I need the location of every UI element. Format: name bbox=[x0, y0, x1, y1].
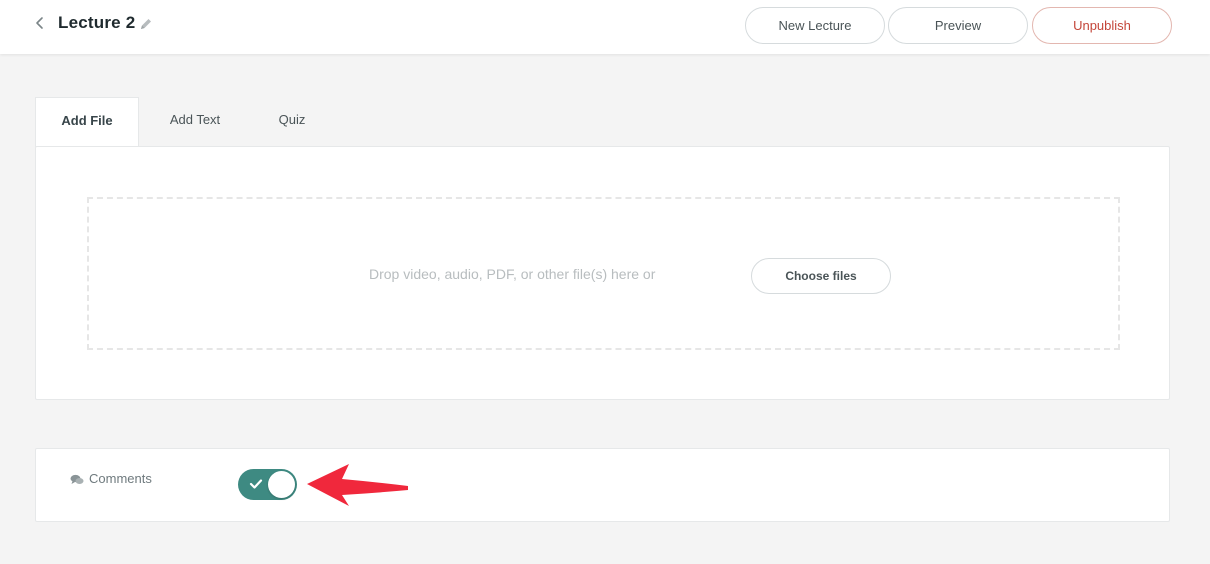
preview-button[interactable]: Preview bbox=[888, 7, 1028, 44]
dropzone-text: Drop video, audio, PDF, or other file(s)… bbox=[369, 266, 656, 282]
unpublish-button[interactable]: Unpublish bbox=[1032, 7, 1172, 44]
comment-icon bbox=[70, 474, 84, 484]
toggle-knob bbox=[268, 471, 295, 498]
comments-label: Comments bbox=[89, 471, 152, 486]
choose-files-button[interactable]: Choose files bbox=[751, 258, 891, 294]
add-file-panel: Drop video, audio, PDF, or other file(s)… bbox=[35, 146, 1170, 400]
comments-toggle[interactable] bbox=[238, 469, 297, 500]
pencil-icon[interactable] bbox=[139, 17, 153, 31]
file-dropzone[interactable]: Drop video, audio, PDF, or other file(s)… bbox=[87, 197, 1120, 350]
tab-add-text[interactable]: Add Text bbox=[139, 97, 251, 147]
page-title: Lecture 2 bbox=[58, 13, 136, 32]
tab-quiz[interactable]: Quiz bbox=[251, 97, 333, 147]
check-icon bbox=[249, 479, 263, 489]
chevron-left-icon[interactable] bbox=[32, 14, 48, 32]
tab-add-file[interactable]: Add File bbox=[35, 97, 139, 147]
top-bar: Lecture 2 New Lecture Preview Unpublish bbox=[0, 0, 1210, 54]
comments-panel: Comments bbox=[35, 448, 1170, 522]
annotation-arrow bbox=[307, 464, 408, 506]
new-lecture-button[interactable]: New Lecture bbox=[745, 7, 885, 44]
